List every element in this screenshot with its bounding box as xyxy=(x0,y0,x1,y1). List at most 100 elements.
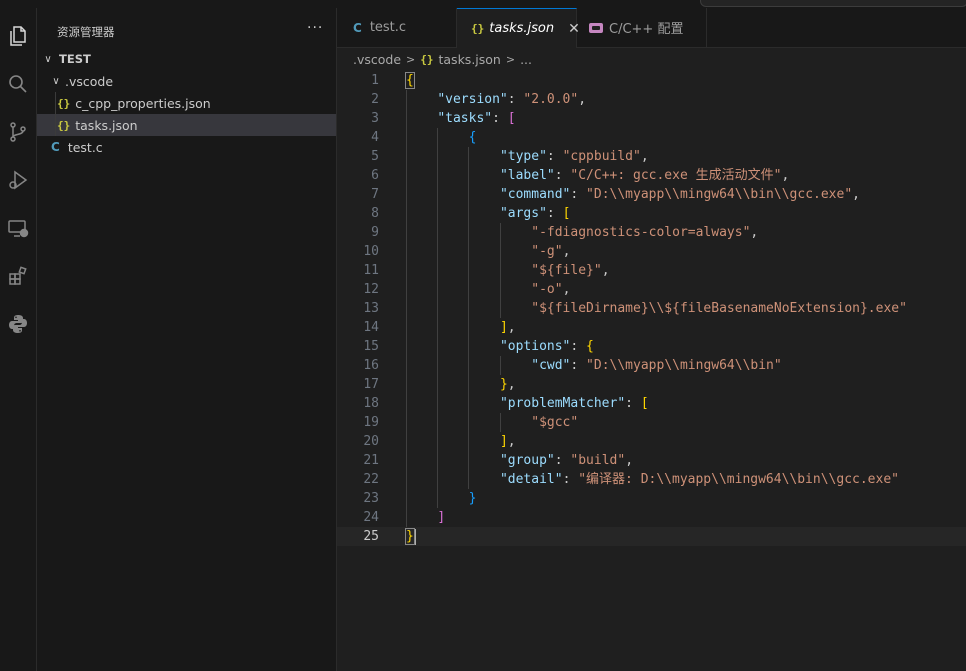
code-text: "label": "C/C++: gcc.exe 生成活动文件", xyxy=(499,168,790,183)
activity-bar xyxy=(0,8,37,671)
line-number: 19 xyxy=(363,415,379,430)
line-number: 18 xyxy=(363,396,379,411)
run-debug-icon[interactable] xyxy=(0,160,36,200)
code-text: "${file}", xyxy=(531,263,610,278)
line-number: 23 xyxy=(363,491,379,506)
tab-cpp-config[interactable]: C/C++ 配置 xyxy=(577,8,707,47)
line-number: 3 xyxy=(371,111,379,126)
code-line[interactable]: 14 ], xyxy=(337,318,966,337)
tab-label: tasks.json xyxy=(489,21,555,36)
tree-item-c-cpp-properties[interactable]: {} c_cpp_properties.json xyxy=(37,92,336,114)
chevron-right-icon: > xyxy=(505,52,516,66)
line-number: 13 xyxy=(363,301,379,316)
code-line[interactable]: 16 "cwd": "D:\\myapp\\mingw64\\bin" xyxy=(337,356,966,375)
code-text: "-fdiagnostics-color=always", xyxy=(531,225,759,240)
line-number: 11 xyxy=(363,263,379,278)
code-text: } xyxy=(405,528,416,545)
line-number: 8 xyxy=(371,206,379,221)
code-line[interactable]: 21 "group": "build", xyxy=(337,451,966,470)
code-line[interactable]: 7 "command": "D:\\myapp\\mingw64\\bin\\g… xyxy=(337,185,966,204)
code-line[interactable]: 8 "args": [ xyxy=(337,204,966,223)
breadcrumb-item[interactable]: .vscode xyxy=(353,52,401,67)
code-text: "cwd": "D:\\myapp\\mingw64\\bin" xyxy=(531,358,782,373)
line-number: 4 xyxy=(371,130,379,145)
line-number: 1 xyxy=(371,73,379,88)
tree-item-vscode-folder[interactable]: ∨ .vscode xyxy=(37,70,336,92)
code-text: ] xyxy=(437,510,446,525)
code-line[interactable]: 24 ] xyxy=(337,508,966,527)
line-number: 20 xyxy=(363,434,379,449)
tab-tasks-json[interactable]: {} tasks.json ✕ xyxy=(457,8,580,48)
code-line[interactable]: 4 { xyxy=(337,128,966,147)
code-line[interactable]: 19 "$gcc" xyxy=(337,413,966,432)
folder-root[interactable]: ∨ TEST xyxy=(37,48,336,70)
extensions-icon[interactable] xyxy=(0,256,36,296)
json-file-icon: {} xyxy=(57,96,71,110)
code-line[interactable]: 10 "-g", xyxy=(337,242,966,261)
settings-file-icon xyxy=(589,22,603,33)
code-editor[interactable]: 1{2 "version": "2.0.0", 3 "tasks": [4 {5 … xyxy=(337,70,966,671)
code-line[interactable]: 1{ xyxy=(337,71,966,90)
breadcrumb-item[interactable]: tasks.json xyxy=(439,52,501,67)
line-number: 10 xyxy=(363,244,379,259)
code-line[interactable]: 22 "detail": "编译器: D:\\myapp\\mingw64\\b… xyxy=(337,470,966,489)
code-text: "version": "2.0.0", xyxy=(437,92,587,107)
code-line[interactable]: 18 "problemMatcher": [ xyxy=(337,394,966,413)
code-text: } xyxy=(468,491,477,506)
chevron-down-icon: ∨ xyxy=(52,75,60,87)
tree-item-label: c_cpp_properties.json xyxy=(75,95,211,111)
code-text: "tasks": [ xyxy=(437,111,516,126)
tree-item-test-c[interactable]: C test.c xyxy=(37,136,336,158)
code-text: "-o", xyxy=(531,282,571,297)
code-line[interactable]: 9 "-fdiagnostics-color=always", xyxy=(337,223,966,242)
line-number: 9 xyxy=(371,225,379,240)
more-actions-icon[interactable]: ··· xyxy=(307,20,323,36)
code-line[interactable]: 3 "tasks": [ xyxy=(337,109,966,128)
folder-root-label: TEST xyxy=(59,52,91,66)
code-line[interactable]: 17 }, xyxy=(337,375,966,394)
code-line[interactable]: 13 "${fileDirname}\\${fileBasenameNoExte… xyxy=(337,299,966,318)
code-line[interactable]: 15 "options": { xyxy=(337,337,966,356)
code-line[interactable]: 6 "label": "C/C++: gcc.exe 生成活动文件", xyxy=(337,166,966,185)
code-line[interactable]: 12 "-o", xyxy=(337,280,966,299)
tree-item-label: test.c xyxy=(67,139,103,155)
source-control-icon[interactable] xyxy=(0,112,36,152)
code-text: "${fileDirname}\\${fileBasenameNoExtensi… xyxy=(531,301,907,316)
breadcrumb-item[interactable]: ... xyxy=(520,52,532,67)
tab-bar: C test.c {} tasks.json ✕ C/C++ 配置 xyxy=(337,8,966,48)
code-text: "detail": "编译器: D:\\myapp\\mingw64\\bin\… xyxy=(499,472,899,487)
explorer-sidebar: 资源管理器 ··· ∨ TEST ∨ .vscode {} c_cpp_prop… xyxy=(37,8,337,671)
sidebar-title: 资源管理器 xyxy=(57,25,115,39)
code-line[interactable]: 20 ], xyxy=(337,432,966,451)
code-text: "args": [ xyxy=(499,206,571,221)
line-number: 22 xyxy=(363,472,379,487)
line-number: 5 xyxy=(371,149,379,164)
tab-label: C/C++ 配置 xyxy=(609,22,684,37)
code-line[interactable]: 25} xyxy=(337,527,966,546)
code-line[interactable]: 11 "${file}", xyxy=(337,261,966,280)
remote-explorer-icon[interactable] xyxy=(0,208,36,248)
json-file-icon: {} xyxy=(471,22,485,35)
code-text: "problemMatcher": [ xyxy=(499,396,649,411)
code-text: "-g", xyxy=(531,244,571,259)
code-line[interactable]: 2 "version": "2.0.0", xyxy=(337,90,966,109)
line-number: 2 xyxy=(371,92,379,107)
tab-test-c[interactable]: C test.c xyxy=(337,8,457,47)
code-line[interactable]: 5 "type": "cppbuild", xyxy=(337,147,966,166)
line-number: 16 xyxy=(363,358,379,373)
explorer-icon[interactable] xyxy=(0,16,36,56)
tree-item-tasks-json[interactable]: {} tasks.json xyxy=(37,114,336,136)
c-file-icon: C xyxy=(51,140,60,154)
search-icon[interactable] xyxy=(0,64,36,104)
python-icon[interactable] xyxy=(0,304,36,344)
code-text: "options": { xyxy=(499,339,594,354)
code-text: ], xyxy=(499,320,516,335)
code-text: "type": "cppbuild", xyxy=(499,149,649,164)
line-number: 14 xyxy=(363,320,379,335)
code-text: { xyxy=(405,72,415,89)
command-center[interactable] xyxy=(700,0,966,7)
code-line[interactable]: 23 } xyxy=(337,489,966,508)
tree-item-label: tasks.json xyxy=(75,117,138,133)
text-cursor xyxy=(413,528,416,545)
line-number: 17 xyxy=(363,377,379,392)
